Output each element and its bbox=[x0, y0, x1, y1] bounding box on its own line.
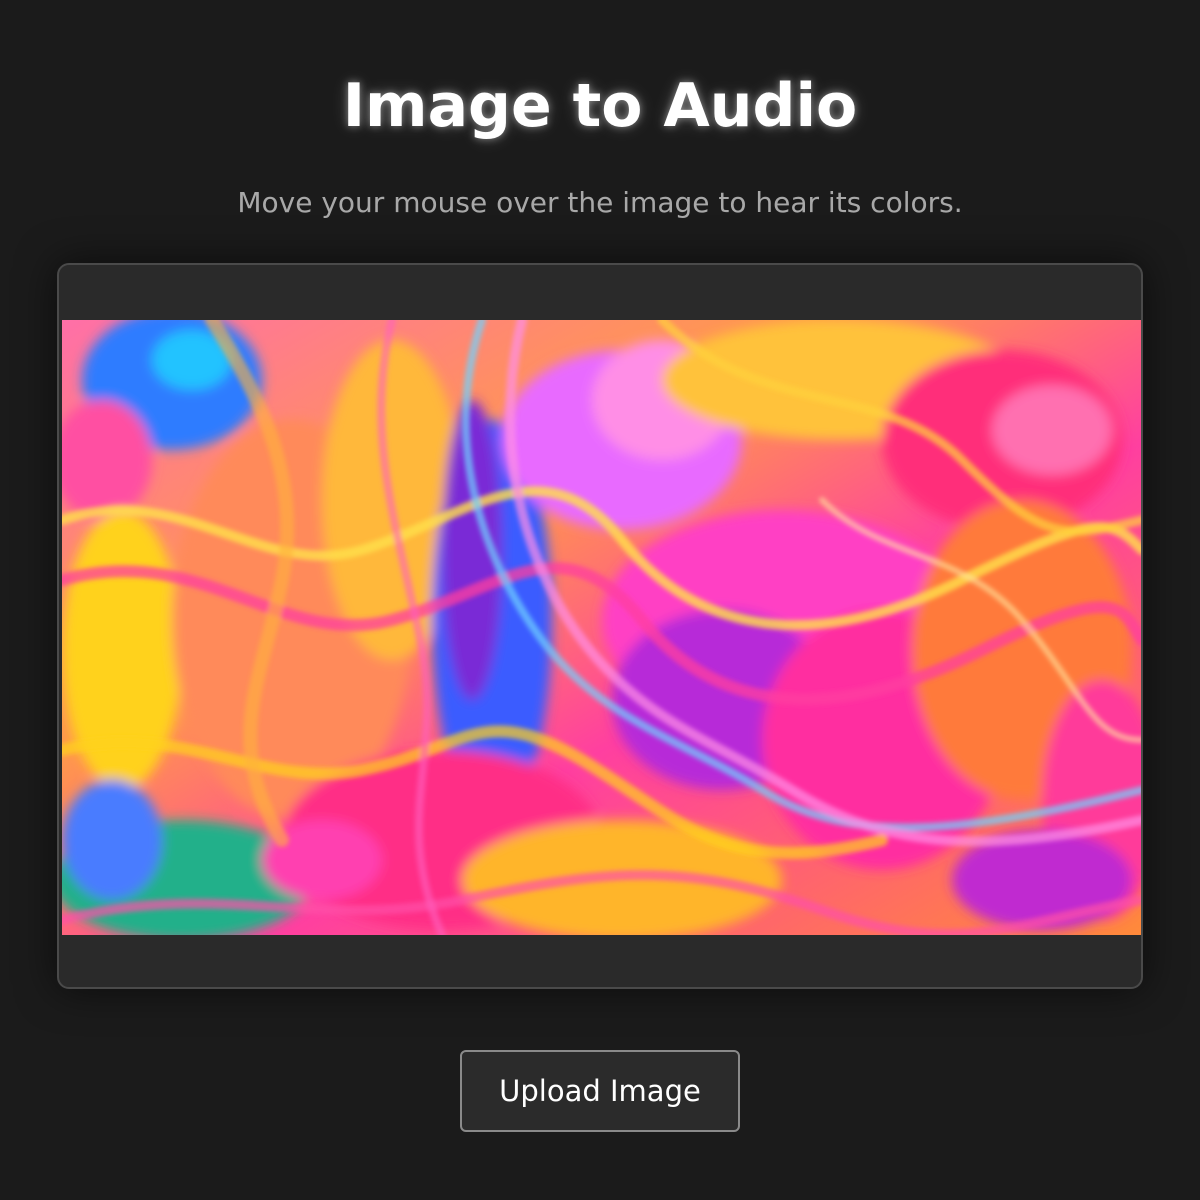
page-title: Image to Audio bbox=[342, 71, 858, 141]
image-canvas[interactable] bbox=[62, 320, 1141, 935]
page-subtitle: Move your mouse over the image to hear i… bbox=[237, 186, 963, 219]
upload-image-button[interactable]: Upload Image bbox=[460, 1050, 740, 1132]
image-viewer bbox=[57, 263, 1143, 989]
abstract-swirl-image bbox=[62, 320, 1141, 935]
